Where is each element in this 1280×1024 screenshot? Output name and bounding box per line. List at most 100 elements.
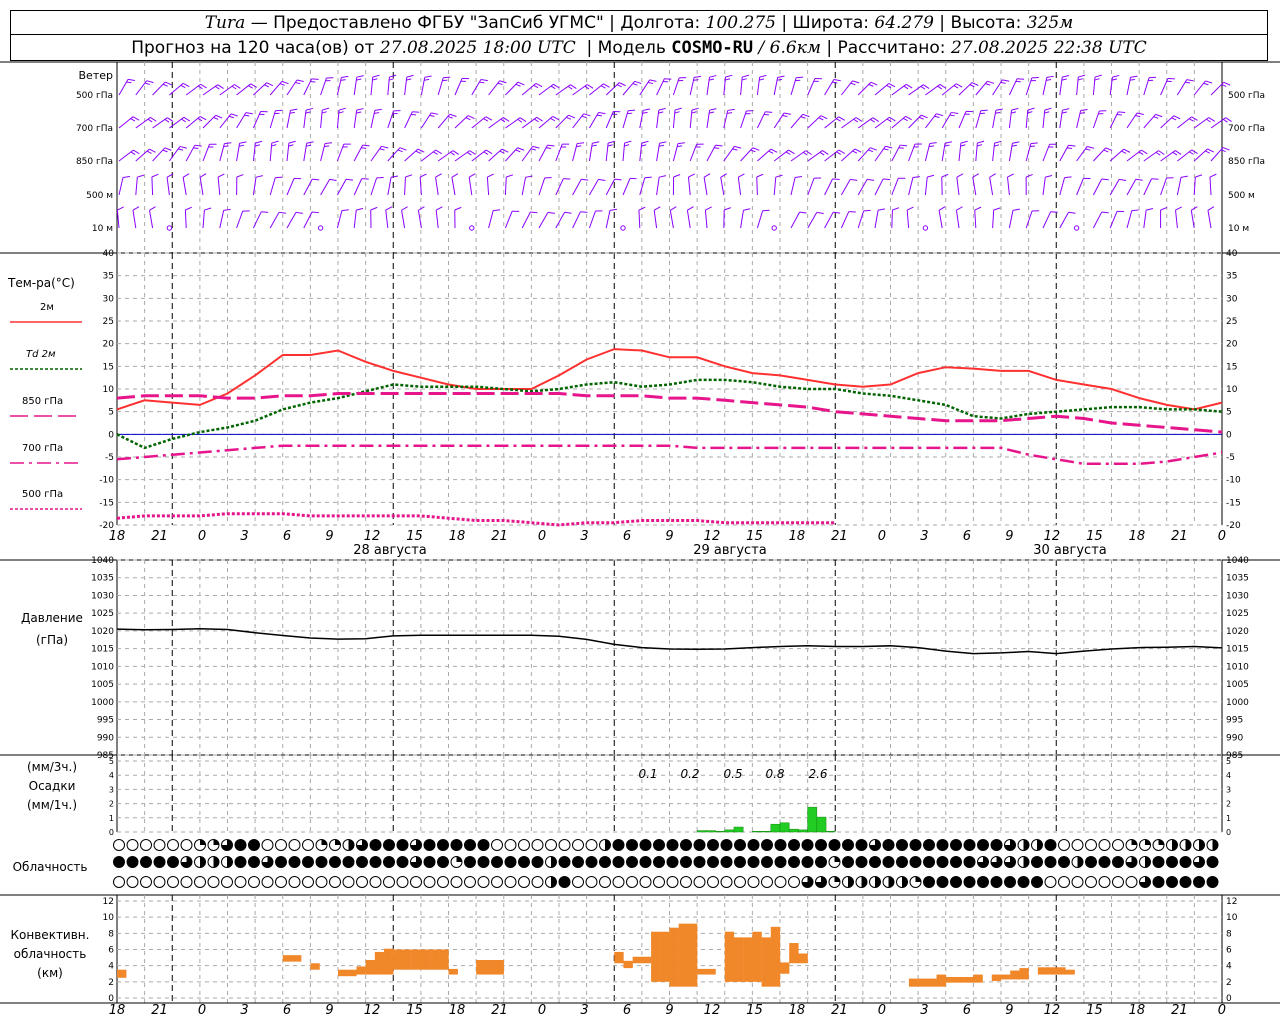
wind-barb-feather bbox=[674, 107, 682, 111]
wind-barb bbox=[1160, 177, 1167, 196]
wind-barb-feather bbox=[447, 116, 453, 119]
wind-barb-feather bbox=[255, 140, 263, 144]
wind-barb-feather bbox=[185, 206, 192, 211]
wind-barb-feather bbox=[598, 112, 606, 115]
cloud-cover-fill bbox=[1023, 839, 1029, 851]
cloud-cover-circle bbox=[882, 839, 895, 851]
wind-barb-feather bbox=[756, 173, 764, 178]
wind-barb-feather bbox=[903, 85, 909, 90]
wind-level-label-right: 500 гПа bbox=[1228, 91, 1265, 101]
wind-barb-feather bbox=[586, 84, 594, 89]
convective-bar bbox=[706, 968, 716, 975]
convective-bar bbox=[365, 960, 376, 975]
convective-bar bbox=[724, 931, 735, 982]
wind-barb-feather bbox=[405, 174, 413, 178]
wind-barb-feather bbox=[147, 118, 153, 123]
cloud-cover-circle bbox=[423, 839, 436, 851]
hour-tick-label: 18 bbox=[1129, 1003, 1146, 1018]
wind-barb-feather bbox=[1149, 76, 1157, 79]
wind-barb-feather bbox=[223, 208, 231, 211]
wind-barb-feather bbox=[397, 149, 403, 153]
cloud-cover-circle bbox=[788, 856, 800, 868]
wind-barb-feather bbox=[906, 83, 913, 89]
cloud-cover-circle bbox=[653, 876, 665, 888]
wind-barb bbox=[807, 177, 815, 196]
wind-barb bbox=[656, 177, 660, 196]
wind-barb-feather bbox=[628, 109, 636, 112]
wind-barb-feather bbox=[372, 74, 380, 78]
wind-barb-feather bbox=[1131, 209, 1139, 212]
hour-tick-label: 9 bbox=[1005, 529, 1013, 544]
wind-barb-feather bbox=[1195, 174, 1203, 178]
cloud-cover-circle bbox=[531, 876, 544, 888]
precip-bar bbox=[798, 829, 808, 833]
wind-barb-feather bbox=[885, 145, 893, 149]
hour-tick-label: 6 bbox=[963, 529, 971, 544]
wind-barb-feather bbox=[614, 178, 622, 181]
convective-bar bbox=[1037, 967, 1048, 975]
cloud-cover-circle bbox=[896, 839, 908, 851]
wind-barb-feather bbox=[388, 78, 395, 81]
wind-barb-feather bbox=[1208, 117, 1215, 122]
hour-tick-label: 9 bbox=[325, 1003, 333, 1018]
wind-barb-feather bbox=[1158, 150, 1165, 155]
wind-barb-feather bbox=[850, 82, 856, 86]
wind-barb bbox=[353, 178, 363, 196]
wind-barb bbox=[1207, 210, 1212, 229]
convective-bar bbox=[614, 951, 624, 964]
cloud-cover-circle bbox=[666, 839, 679, 851]
wind-barb-feather bbox=[905, 115, 912, 121]
cloud-cover-circle bbox=[923, 839, 935, 851]
precip-bar bbox=[761, 831, 772, 833]
cloud-cover-circle bbox=[167, 856, 179, 868]
cloud-cover-circle bbox=[477, 856, 490, 868]
cloud-cover-circle bbox=[396, 856, 409, 868]
temp-ytick: 30 bbox=[103, 294, 115, 304]
hour-tick-label: 12 bbox=[1044, 529, 1061, 544]
hour-tick-label: 6 bbox=[963, 1003, 971, 1018]
cloud-cover-circle bbox=[1098, 839, 1111, 851]
pressure-ytick-right: 1035 bbox=[1226, 574, 1249, 584]
wind-barb-feather bbox=[321, 111, 327, 114]
precip-bar bbox=[724, 829, 735, 833]
wind-barb-feather bbox=[836, 151, 842, 155]
cloud-cover-circle bbox=[1044, 839, 1057, 851]
cloud-cover-circle bbox=[1004, 876, 1016, 888]
calm-wind-circle bbox=[620, 225, 626, 231]
cloud-cover-fill bbox=[200, 856, 206, 868]
wind-barb-feather bbox=[547, 144, 555, 147]
wind-barb-feather bbox=[1030, 142, 1038, 145]
wind-barb-feather bbox=[649, 79, 657, 82]
wind-barb-feather bbox=[867, 178, 875, 181]
wind-barb-feather bbox=[122, 175, 130, 178]
wind-barb-feather bbox=[1080, 108, 1088, 111]
cloud-cover-circle bbox=[909, 839, 922, 851]
cloud-cover-circle bbox=[828, 839, 841, 851]
pressure-ytick: 995 bbox=[97, 716, 114, 726]
convective-ytick: 10 bbox=[103, 913, 115, 923]
cloud-cover-circle bbox=[315, 876, 328, 888]
wind-level-label: 850 гПа bbox=[76, 157, 113, 167]
wind-barb-feather bbox=[1062, 75, 1070, 78]
wind-barb-feather bbox=[928, 145, 935, 147]
wind-barb bbox=[686, 210, 691, 229]
wind-barb-feather bbox=[193, 147, 199, 149]
convective-bar bbox=[347, 969, 357, 977]
wind-barb-feather bbox=[279, 83, 285, 86]
cloud-cover-fill bbox=[213, 856, 220, 868]
wind-barb-feather bbox=[497, 82, 503, 86]
wind-barb-feather bbox=[634, 80, 642, 85]
wind-barb-feather bbox=[236, 174, 244, 178]
cloud-cover-circle bbox=[720, 876, 733, 888]
cloud-cover-circle bbox=[437, 876, 449, 888]
wind-barb-feather bbox=[295, 211, 303, 214]
wind-barb-feather bbox=[644, 176, 652, 179]
wind-barb-feather bbox=[264, 84, 270, 88]
wind-barb-feather bbox=[802, 151, 808, 156]
wind-barb-feather bbox=[802, 113, 810, 118]
convective-bar bbox=[1001, 974, 1011, 980]
temp-ytick: 10 bbox=[103, 385, 115, 395]
wind-barb-feather bbox=[406, 74, 414, 78]
wind-barb-feather bbox=[694, 75, 702, 78]
wind-barb bbox=[132, 210, 137, 229]
